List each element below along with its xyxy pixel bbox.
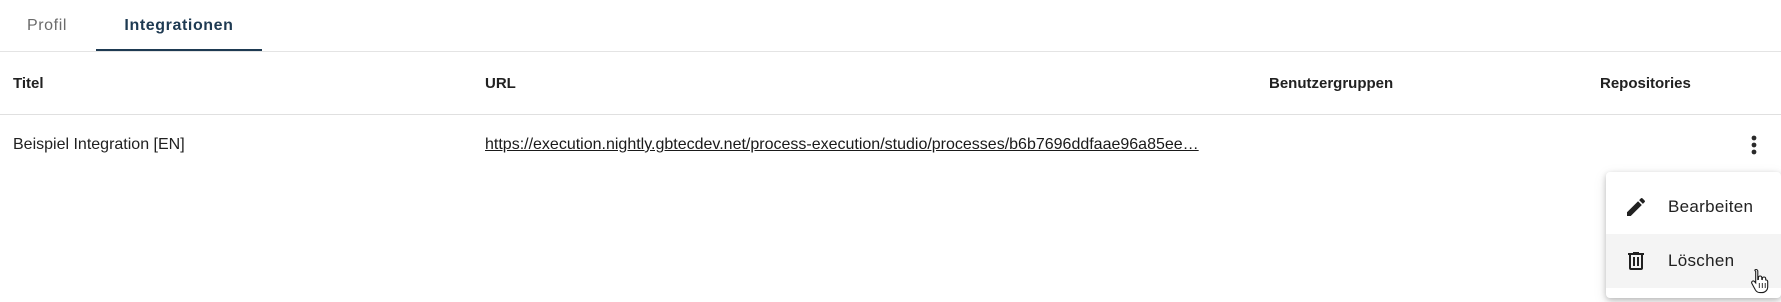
row-url-cell: https://execution.nightly.gbtecdev.net/p… — [485, 115, 1230, 175]
tab-profil-label: Profil — [26, 16, 68, 34]
tab-bar: Profil Integrationen — [0, 0, 1781, 52]
hand-pointer-cursor — [1751, 268, 1769, 294]
row-actions-button[interactable] — [1739, 129, 1769, 161]
menu-item-delete-label: Löschen — [1668, 251, 1735, 270]
table-row: Beispiel Integration [EN] https://execut… — [0, 115, 1781, 175]
tab-integrationen-label: Integrationen — [124, 16, 234, 34]
tab-integrationen[interactable]: Integrationen — [96, 0, 262, 51]
more-vert-icon — [1751, 135, 1757, 155]
tab-profil[interactable]: Profil — [0, 0, 94, 51]
column-header-url[interactable]: URL — [485, 52, 1230, 114]
trash-icon — [1628, 252, 1644, 270]
row-titel-cell: Beispiel Integration [EN] — [13, 136, 185, 153]
integrations-table: Titel URL Benutzergruppen Repositories B… — [0, 52, 1781, 175]
menu-item-edit-label: Bearbeiten — [1668, 197, 1754, 216]
integration-url-link[interactable]: https://execution.nightly.gbtecdev.net/p… — [485, 136, 1230, 154]
table-header-row: Titel URL Benutzergruppen Repositories — [0, 52, 1781, 115]
column-header-titel[interactable]: Titel — [13, 52, 44, 114]
column-header-repositories[interactable]: Repositories — [1600, 52, 1691, 114]
pencil-icon — [1627, 197, 1646, 216]
column-header-benutzergruppen[interactable]: Benutzergruppen — [1269, 52, 1393, 114]
integrations-page: Profil Integrationen Titel URL Benutzerg… — [0, 0, 1781, 302]
menu-item-edit[interactable]: Bearbeiten — [1606, 180, 1781, 234]
active-tab-indicator — [96, 49, 262, 51]
